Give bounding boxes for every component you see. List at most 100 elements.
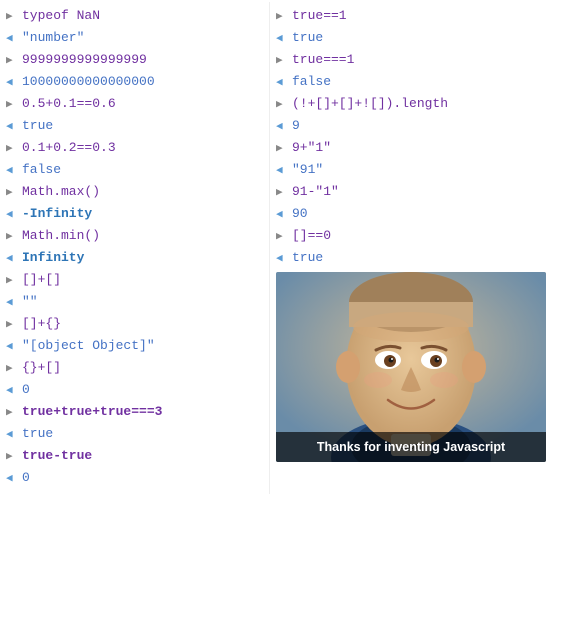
code-input-line: ▶true-true bbox=[6, 446, 263, 468]
code-text: false bbox=[292, 72, 331, 93]
code-text: Math.min() bbox=[22, 226, 100, 247]
meme-image: SCOTT Thanks for inventing Javascript bbox=[276, 272, 546, 462]
code-text: 0.5+0.1==0.6 bbox=[22, 94, 116, 115]
output-arrow: ◀ bbox=[6, 295, 18, 313]
output-arrow: ◀ bbox=[6, 339, 18, 357]
input-arrow: ▶ bbox=[6, 229, 18, 247]
code-output-line: ◀"91" bbox=[276, 160, 558, 182]
input-arrow: ▶ bbox=[6, 185, 18, 203]
code-text: []==0 bbox=[292, 226, 331, 247]
code-text: typeof NaN bbox=[22, 6, 100, 27]
input-arrow: ▶ bbox=[6, 449, 18, 467]
code-text: true bbox=[22, 116, 53, 137]
code-input-line: ▶typeof NaN bbox=[6, 6, 263, 28]
code-text: true-true bbox=[22, 446, 92, 467]
output-arrow: ◀ bbox=[6, 163, 18, 181]
code-text: 10000000000000000 bbox=[22, 72, 155, 93]
code-text: []+[] bbox=[22, 270, 61, 291]
output-arrow: ◀ bbox=[6, 427, 18, 445]
code-input-line: ▶0.1+0.2==0.3 bbox=[6, 138, 263, 160]
code-input-line: ▶9999999999999999 bbox=[6, 50, 263, 72]
input-arrow: ▶ bbox=[6, 361, 18, 379]
input-arrow: ▶ bbox=[6, 9, 18, 27]
code-input-line: ▶[]+[] bbox=[6, 270, 263, 292]
code-output-line: ◀-Infinity bbox=[6, 204, 263, 226]
code-text: 0 bbox=[22, 380, 30, 401]
output-arrow: ◀ bbox=[6, 383, 18, 401]
code-text: "number" bbox=[22, 28, 84, 49]
input-arrow: ▶ bbox=[6, 317, 18, 335]
code-text: -Infinity bbox=[22, 204, 92, 225]
code-output-line: ◀"" bbox=[6, 292, 263, 314]
code-text: "" bbox=[22, 292, 38, 313]
svg-text:Thanks for inventing Javascrip: Thanks for inventing Javascript bbox=[317, 440, 506, 454]
right-column: ▶true==1◀true▶true===1◀false▶(!+[]+[]+![… bbox=[270, 2, 564, 494]
code-output-line: ◀"number" bbox=[6, 28, 263, 50]
output-arrow: ◀ bbox=[6, 207, 18, 225]
code-text: true==1 bbox=[292, 6, 347, 27]
input-arrow: ▶ bbox=[276, 185, 288, 203]
code-text: 91-"1" bbox=[292, 182, 339, 203]
output-arrow: ◀ bbox=[6, 31, 18, 49]
code-text: 90 bbox=[292, 204, 308, 225]
input-arrow: ▶ bbox=[276, 53, 288, 71]
code-text: true bbox=[292, 248, 323, 269]
code-output-line: ◀"[object Object]" bbox=[6, 336, 263, 358]
output-arrow: ◀ bbox=[6, 251, 18, 269]
code-output-line: ◀Infinity bbox=[6, 248, 263, 270]
input-arrow: ▶ bbox=[6, 405, 18, 423]
code-output-line: ◀10000000000000000 bbox=[6, 72, 263, 94]
code-output-line: ◀true bbox=[6, 424, 263, 446]
code-input-line: ▶Math.min() bbox=[6, 226, 263, 248]
input-arrow: ▶ bbox=[276, 97, 288, 115]
code-input-line: ▶true+true+true===3 bbox=[6, 402, 263, 424]
output-arrow: ◀ bbox=[276, 251, 288, 269]
left-column: ▶typeof NaN◀"number"▶9999999999999999◀10… bbox=[0, 2, 270, 494]
input-arrow: ▶ bbox=[6, 53, 18, 71]
output-arrow: ◀ bbox=[6, 119, 18, 137]
output-arrow: ◀ bbox=[276, 31, 288, 49]
main-container: ▶typeof NaN◀"number"▶9999999999999999◀10… bbox=[0, 0, 564, 494]
code-text: true bbox=[292, 28, 323, 49]
input-arrow: ▶ bbox=[6, 273, 18, 291]
code-text: Infinity bbox=[22, 248, 84, 269]
input-arrow: ▶ bbox=[276, 9, 288, 27]
code-text: true bbox=[22, 424, 53, 445]
code-text: 9 bbox=[292, 116, 300, 137]
code-input-line: ▶[]==0 bbox=[276, 226, 558, 248]
code-text: {}+[] bbox=[22, 358, 61, 379]
input-arrow: ▶ bbox=[276, 141, 288, 159]
input-arrow: ▶ bbox=[276, 229, 288, 247]
code-text: 0 bbox=[22, 468, 30, 489]
code-output-line: ◀false bbox=[6, 160, 263, 182]
output-arrow: ◀ bbox=[276, 207, 288, 225]
code-text: (!+[]+[]+![]).length bbox=[292, 94, 448, 115]
output-arrow: ◀ bbox=[276, 119, 288, 137]
code-input-line: ▶[]+{} bbox=[6, 314, 263, 336]
code-input-line: ▶true===1 bbox=[276, 50, 558, 72]
code-text: true===1 bbox=[292, 50, 354, 71]
code-text: true+true+true===3 bbox=[22, 402, 162, 423]
code-output-line: ◀true bbox=[276, 248, 558, 270]
code-output-line: ◀9 bbox=[276, 116, 558, 138]
code-text: []+{} bbox=[22, 314, 61, 335]
code-output-line: ◀0 bbox=[6, 380, 263, 402]
code-text: "[object Object]" bbox=[22, 336, 155, 357]
output-arrow: ◀ bbox=[276, 75, 288, 93]
code-output-line: ◀90 bbox=[276, 204, 558, 226]
code-input-line: ▶91-"1" bbox=[276, 182, 558, 204]
code-input-line: ▶true==1 bbox=[276, 6, 558, 28]
code-text: 9999999999999999 bbox=[22, 50, 147, 71]
output-arrow: ◀ bbox=[276, 163, 288, 181]
code-output-line: ◀0 bbox=[6, 468, 263, 490]
input-arrow: ▶ bbox=[6, 97, 18, 115]
code-text: 9+"1" bbox=[292, 138, 331, 159]
input-arrow: ▶ bbox=[6, 141, 18, 159]
meme-image-container: SCOTT Thanks for inventing Javascript bbox=[276, 272, 558, 462]
code-input-line: ▶Math.max() bbox=[6, 182, 263, 204]
code-text: false bbox=[22, 160, 61, 181]
code-input-line: ▶(!+[]+[]+![]).length bbox=[276, 94, 558, 116]
code-input-line: ▶9+"1" bbox=[276, 138, 558, 160]
code-input-line: ▶0.5+0.1==0.6 bbox=[6, 94, 263, 116]
output-arrow: ◀ bbox=[6, 75, 18, 93]
